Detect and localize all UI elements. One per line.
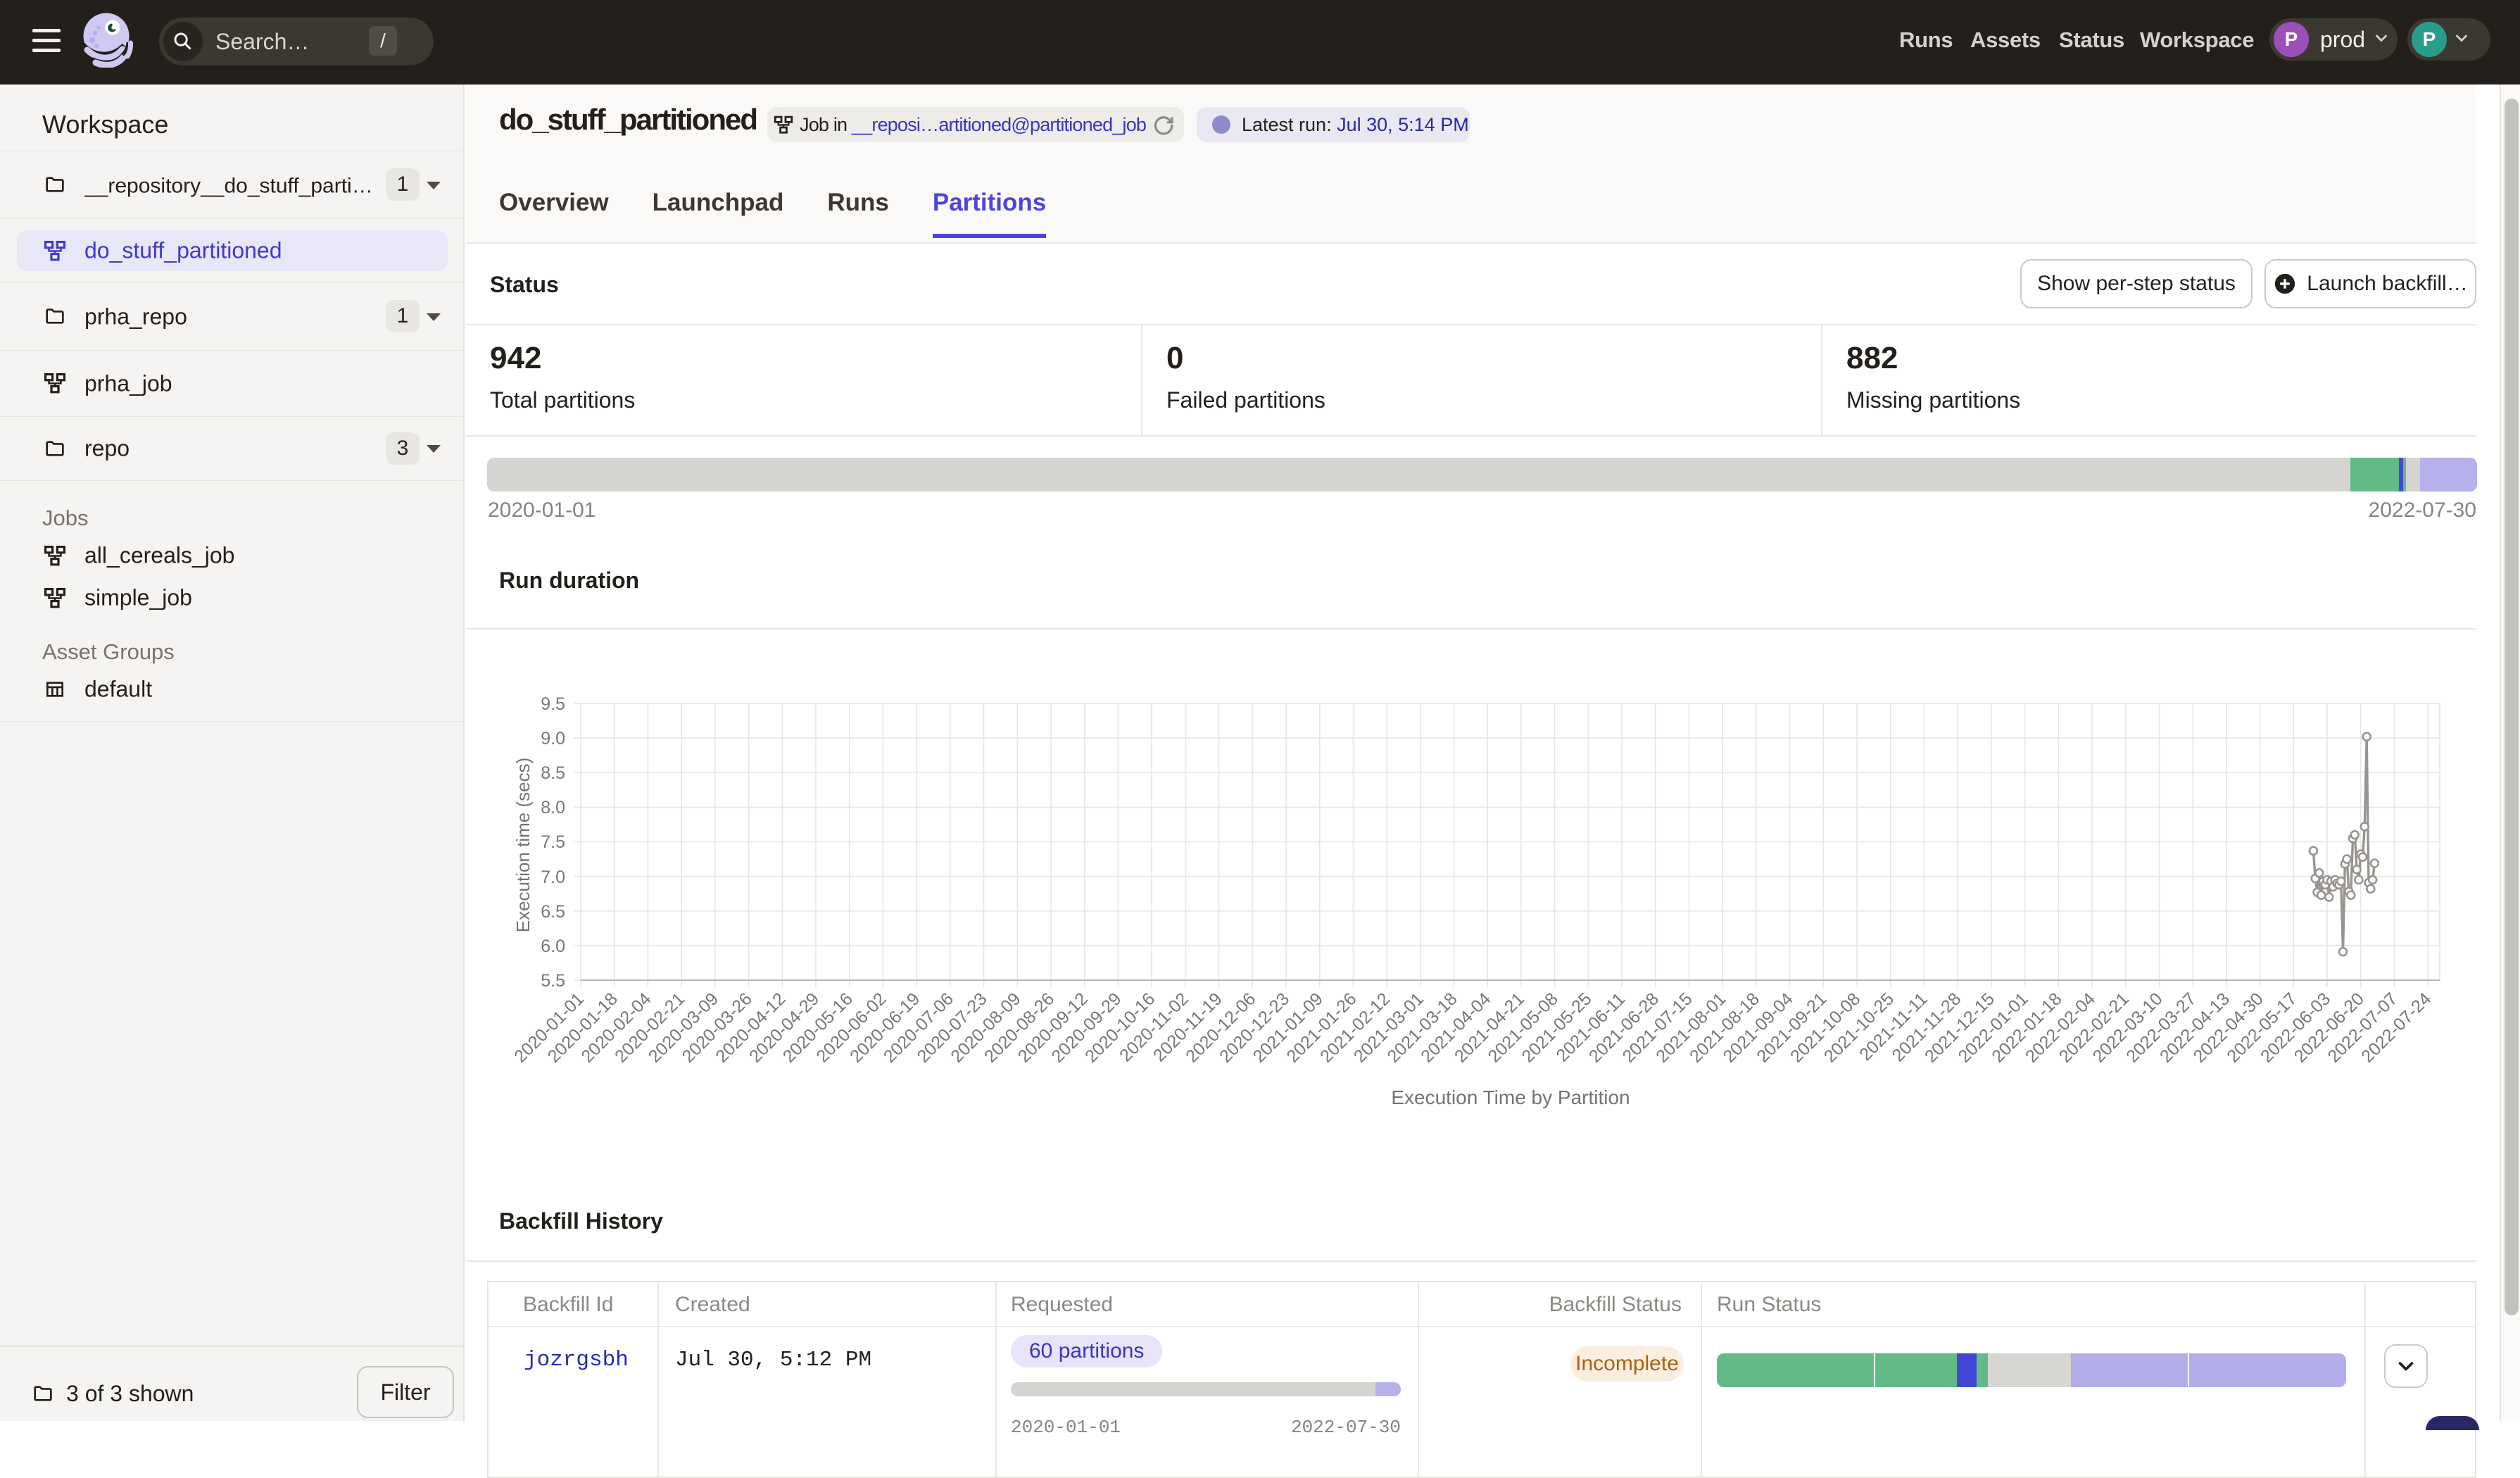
svg-text:8.5: 8.5 [541,763,565,783]
svg-text:Execution Time by Partition: Execution Time by Partition [1391,1086,1630,1108]
svg-text:6.5: 6.5 [541,902,565,922]
svg-text:7.5: 7.5 [541,832,565,852]
svg-text:9.5: 9.5 [541,694,565,714]
svg-text:6.0: 6.0 [541,937,565,956]
svg-text:8.0: 8.0 [541,798,565,818]
svg-text:5.5: 5.5 [541,971,565,991]
svg-text:Execution time (secs): Execution time (secs) [512,758,534,933]
svg-text:9.0: 9.0 [541,729,565,749]
svg-text:7.0: 7.0 [541,868,565,887]
